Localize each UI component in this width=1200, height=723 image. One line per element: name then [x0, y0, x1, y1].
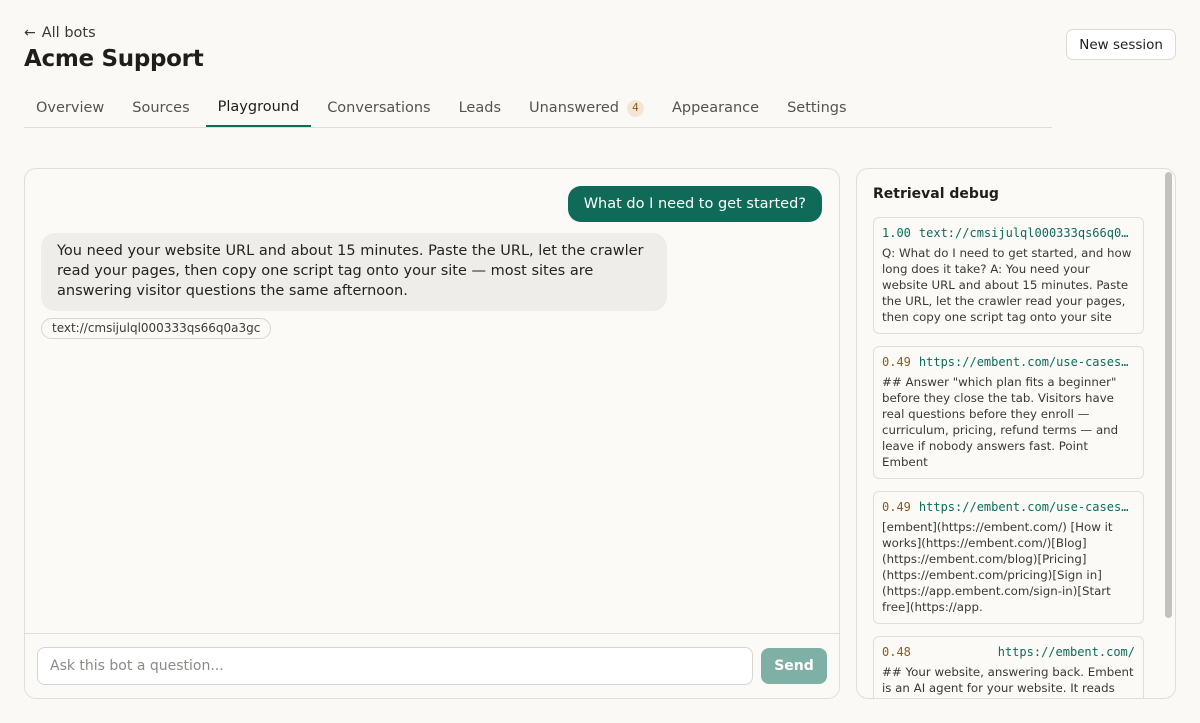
back-link-label: All bots	[41, 25, 96, 41]
back-to-all-bots-link[interactable]: ← All bots	[24, 25, 96, 41]
page-title: Acme Support	[24, 46, 204, 72]
source-citation-chip[interactable]: text://cmsijulql000333qs66q0a3gc	[41, 318, 272, 339]
debug-panel-title: Retrieval debug	[873, 186, 999, 202]
tab-label: Settings	[787, 99, 847, 116]
send-button[interactable]: Send	[761, 648, 827, 684]
tab-conversations[interactable]: Conversations	[315, 89, 442, 127]
tab-label: Playground	[217, 98, 300, 115]
tab-label: Overview	[36, 99, 105, 116]
result-snippet: Q: What do I need to get started, and ho…	[882, 246, 1132, 324]
result-source[interactable]: https://embent.com/use-cases/sa...	[919, 499, 1135, 515]
tab-overview[interactable]: Overview	[24, 89, 116, 127]
relevance-score: 0.49	[882, 500, 911, 514]
tab-bar: Overview Sources Playground Conversation…	[24, 89, 1052, 128]
retrieval-result-card: 0.49 https://embent.com/use-cases/sa... …	[873, 491, 1144, 624]
debug-panel-scrollbar[interactable]	[1165, 172, 1172, 618]
retrieval-result-card: 0.48 https://embent.com/ ## Your website…	[873, 636, 1144, 698]
unanswered-count-badge: 4	[626, 99, 644, 117]
relevance-score: 0.49	[882, 355, 911, 369]
tab-sources[interactable]: Sources	[120, 89, 201, 127]
tab-unanswered[interactable]: Unanswered 4	[517, 89, 656, 127]
user-message-bubble: What do I need to get started?	[567, 186, 822, 222]
retrieval-debug-panel: Retrieval debug 1.00 text://cmsijulql000…	[856, 168, 1176, 699]
playground-chat-panel: What do I need to get started? You need …	[24, 168, 840, 699]
retrieval-result-card: 0.49 https://embent.com/use-cases/co... …	[873, 346, 1144, 479]
tab-appearance[interactable]: Appearance	[660, 89, 771, 127]
tab-settings[interactable]: Settings	[775, 89, 858, 127]
message-composer: Send	[25, 633, 839, 698]
tab-leads[interactable]: Leads	[447, 89, 513, 127]
tab-label: Appearance	[671, 99, 760, 116]
question-input[interactable]	[37, 647, 753, 685]
result-snippet: ## Your website, answering back. Embent …	[882, 665, 1134, 698]
result-source[interactable]: https://embent.com/use-cases/co...	[919, 354, 1135, 370]
result-source: text://cmsijulql000333qs66q0a3gc	[918, 226, 1135, 240]
tab-label: Sources	[132, 99, 190, 116]
relevance-score: 0.48	[882, 645, 911, 659]
retrieval-result-card: 1.00 text://cmsijulql000333qs66q0a3gc Q:…	[873, 217, 1144, 334]
result-snippet: ## Answer "which plan fits a beginner" b…	[882, 375, 1119, 469]
retrieval-results-list: 1.00 text://cmsijulql000333qs66q0a3gc Q:…	[873, 217, 1144, 698]
new-session-button[interactable]: New session	[1066, 29, 1176, 60]
tab-label: Conversations	[327, 99, 431, 116]
tab-playground[interactable]: Playground	[205, 89, 312, 127]
bot-message-bubble: You need your website URL and about 15 m…	[41, 233, 667, 311]
arrow-left-icon: ←	[24, 25, 36, 41]
tab-label: Leads	[458, 99, 501, 116]
relevance-score: 1.00	[882, 226, 911, 240]
result-snippet: [embent](https://embent.com/) [How it wo…	[882, 520, 1113, 614]
result-source[interactable]: https://embent.com/	[919, 644, 1135, 660]
tab-label: Unanswered	[529, 99, 619, 116]
